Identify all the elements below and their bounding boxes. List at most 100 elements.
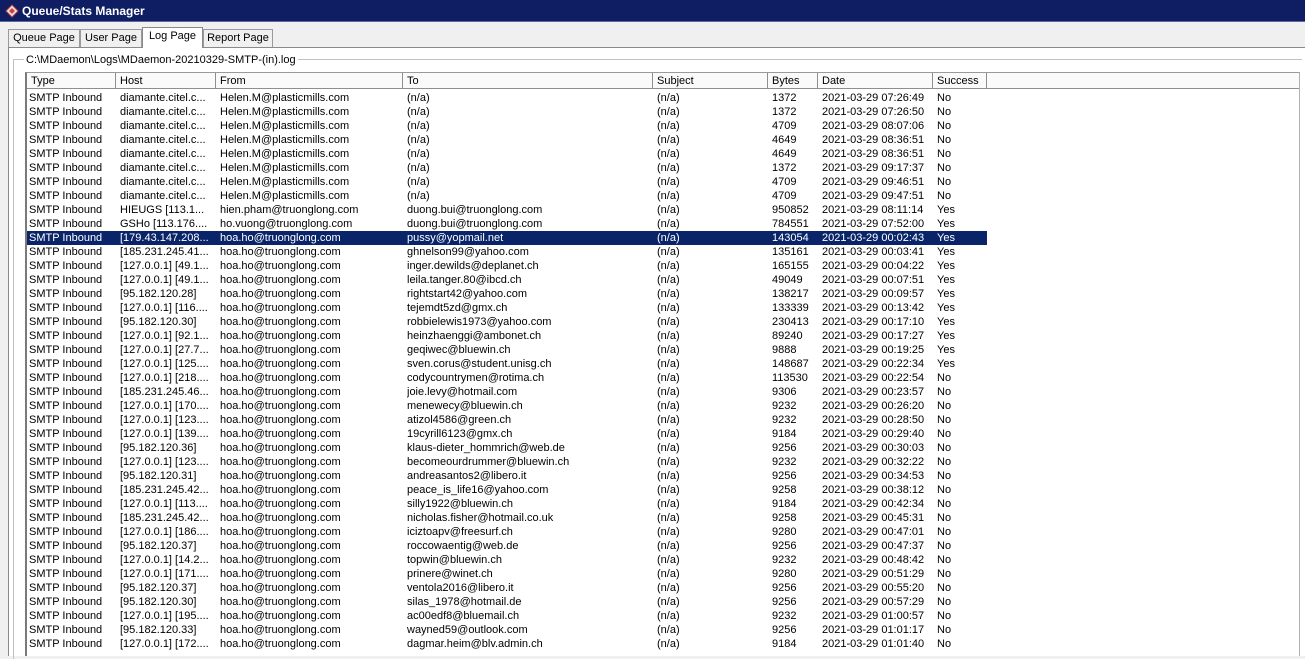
cell-host: [95.182.120.31]	[120, 470, 197, 482]
cell-type: SMTP Inbound	[29, 484, 103, 496]
table-row[interactable]: SMTP Inbound [127.0.0.1] [14.2... hoa.ho@t…	[27, 553, 1299, 567]
column-header-subject[interactable]: Subject	[653, 73, 768, 89]
table-row[interactable]: SMTP Inbound [127.0.0.1] [113.... hoa.ho@t…	[27, 497, 1299, 511]
table-row[interactable]: SMTP Inbound [185.231.245.42... hoa.ho@tru…	[27, 511, 1299, 525]
table-row[interactable]: SMTP Inbound [95.182.120.30] hoa.ho@truong…	[27, 315, 1299, 329]
cell-success: No	[937, 638, 952, 650]
column-header-bytes[interactable]: Bytes	[768, 73, 818, 89]
table-row[interactable]: SMTP Inbound [185.231.245.41... hoa.ho@tru…	[27, 245, 1299, 259]
table-row[interactable]: SMTP Inbound [127.0.0.1] [49.1... hoa.ho@t…	[27, 273, 1299, 287]
cell-type: SMTP Inbound	[29, 274, 103, 286]
cell-subject: (n/a)	[657, 344, 680, 356]
column-header-type[interactable]: Type	[27, 73, 116, 89]
table-row[interactable]: SMTP Inbound [127.0.0.1] [27.7... hoa.ho@t…	[27, 343, 1299, 357]
cell-type: SMTP Inbound	[29, 428, 103, 440]
cell-type: SMTP Inbound	[29, 246, 103, 258]
cell-from: hoa.ho@truonglong.com	[220, 596, 341, 608]
cell-date: 2021-03-29 00:19:25	[822, 344, 925, 356]
table-row[interactable]: SMTP Inbound [95.182.120.37] hoa.ho@truong…	[27, 539, 1299, 553]
table-row[interactable]: SMTP Inbound GSHo [113.176.... ho.vuong@tr…	[27, 217, 1299, 231]
column-header-to[interactable]: To	[403, 73, 653, 89]
column-header-date[interactable]: Date	[818, 73, 933, 89]
table-row[interactable]: SMTP Inbound [127.0.0.1] [123.... hoa.ho@t…	[27, 413, 1299, 427]
table-row[interactable]: SMTP Inbound [127.0.0.1] [171.... hoa.ho@t…	[27, 567, 1299, 581]
table-row[interactable]: SMTP Inbound [127.0.0.1] [218.... hoa.ho@t…	[27, 371, 1299, 385]
table-row[interactable]: SMTP Inbound [127.0.0.1] [92.1... hoa.ho@t…	[27, 329, 1299, 343]
cell-host: [185.231.245.42...	[120, 484, 208, 496]
cell-from: Helen.M@plasticmills.com	[220, 176, 350, 188]
cell-success: No	[937, 414, 952, 426]
table-row[interactable]: SMTP Inbound [127.0.0.1] [195.... hoa.ho@t…	[27, 609, 1299, 623]
title-bar[interactable]: Queue/Stats Manager	[0, 0, 1305, 22]
table-row[interactable]: SMTP Inbound [127.0.0.1] [186.... hoa.ho@t…	[27, 525, 1299, 539]
table-row[interactable]: SMTP Inbound [95.182.120.31] hoa.ho@truong…	[27, 469, 1299, 483]
table-row[interactable]: SMTP Inbound [179.43.147.208... hoa.ho@tru…	[27, 231, 1299, 245]
table-row[interactable]: SMTP Inbound [127.0.0.1] [125.... hoa.ho@t…	[27, 357, 1299, 371]
cell-bytes: 9232	[772, 400, 797, 412]
tab-report-page[interactable]: Report Page	[203, 29, 273, 47]
cell-date: 2021-03-29 00:28:50	[822, 414, 925, 426]
cell-type: SMTP Inbound	[29, 400, 103, 412]
cell-date: 2021-03-29 00:09:57	[822, 288, 925, 300]
cell-type: SMTP Inbound	[29, 386, 103, 398]
cell-bytes: 9888	[772, 344, 797, 356]
table-row[interactable]: SMTP Inbound [95.182.120.28] hoa.ho@truong…	[27, 287, 1299, 301]
cell-host: diamante.citel.c...	[120, 162, 206, 174]
cell-success: Yes	[937, 218, 955, 230]
table-row[interactable]: SMTP Inbound [127.0.0.1] [123.... hoa.ho@t…	[27, 455, 1299, 469]
table-row[interactable]: SMTP Inbound diamante.citel.c... Helen.M@p…	[27, 91, 1299, 105]
cell-success: No	[937, 162, 952, 174]
tab-log-page[interactable]: Log Page	[142, 27, 203, 48]
cell-from: hoa.ho@truonglong.com	[220, 582, 341, 594]
table-row[interactable]: SMTP Inbound diamante.citel.c... Helen.M@p…	[27, 105, 1299, 119]
cell-host: [95.182.120.30]	[120, 316, 197, 328]
table-row[interactable]: SMTP Inbound [127.0.0.1] [172.... hoa.ho@t…	[27, 637, 1299, 651]
cell-type: SMTP Inbound	[29, 92, 103, 104]
table-row[interactable]: SMTP Inbound diamante.citel.c... Helen.M@p…	[27, 119, 1299, 133]
cell-to: (n/a)	[407, 134, 430, 146]
table-row[interactable]: SMTP Inbound [185.231.245.42... hoa.ho@tru…	[27, 483, 1299, 497]
tab-user-page[interactable]: User Page	[80, 29, 142, 47]
table-row[interactable]: SMTP Inbound [95.182.120.37] hoa.ho@truong…	[27, 581, 1299, 595]
column-header-success[interactable]: Success	[933, 73, 987, 89]
cell-bytes: 9256	[772, 596, 797, 608]
table-row[interactable]: SMTP Inbound diamante.citel.c... Helen.M@p…	[27, 133, 1299, 147]
column-header-from[interactable]: From	[216, 73, 403, 89]
table-row[interactable]: SMTP Inbound HIEUGS [113.1... hien.pham@tr…	[27, 203, 1299, 217]
cell-date: 2021-03-29 00:03:41	[822, 246, 925, 258]
table-row[interactable]: SMTP Inbound [127.0.0.1] [116.... hoa.ho@t…	[27, 301, 1299, 315]
cell-success: Yes	[937, 260, 955, 272]
cell-type: SMTP Inbound	[29, 232, 103, 244]
table-row[interactable]: SMTP Inbound [127.0.0.1] [49.1... hoa.ho@t…	[27, 259, 1299, 273]
table-row[interactable]: SMTP Inbound [95.182.120.30] hoa.ho@truong…	[27, 595, 1299, 609]
cell-host: [127.0.0.1] [139....	[120, 428, 208, 440]
cell-success: No	[937, 106, 952, 118]
cell-from: Helen.M@plasticmills.com	[220, 134, 350, 146]
cell-host: [127.0.0.1] [171....	[120, 568, 208, 580]
cell-success: No	[937, 400, 952, 412]
table-row[interactable]: SMTP Inbound diamante.citel.c... Helen.M@p…	[27, 189, 1299, 203]
cell-date: 2021-03-29 00:29:40	[822, 428, 925, 440]
table-row[interactable]: SMTP Inbound [95.182.120.33] hoa.ho@truong…	[27, 623, 1299, 637]
tab-queue-page[interactable]: Queue Page	[8, 29, 80, 47]
cell-date: 2021-03-29 00:48:42	[822, 554, 925, 566]
column-header-host[interactable]: Host	[116, 73, 216, 89]
cell-host: [127.0.0.1] [27.7...	[120, 344, 208, 356]
table-row[interactable]: SMTP Inbound [95.182.120.36] hoa.ho@truong…	[27, 441, 1299, 455]
cell-subject: (n/a)	[657, 498, 680, 510]
table-row[interactable]: SMTP Inbound diamante.citel.c... Helen.M@p…	[27, 175, 1299, 189]
table-row[interactable]: SMTP Inbound diamante.citel.c... Helen.M@p…	[27, 161, 1299, 175]
cell-from: hoa.ho@truonglong.com	[220, 232, 341, 244]
cell-to: pussy@yopmail.net	[407, 232, 504, 244]
cell-date: 2021-03-29 00:13:42	[822, 302, 925, 314]
table-row[interactable]: SMTP Inbound [127.0.0.1] [170.... hoa.ho@t…	[27, 399, 1299, 413]
table-row[interactable]: SMTP Inbound [185.231.245.46... hoa.ho@tru…	[27, 385, 1299, 399]
cell-to: atizol4586@green.ch	[407, 414, 512, 426]
cell-bytes: 1372	[772, 162, 797, 174]
cell-to: robbielewis1973@yahoo.com	[407, 316, 552, 328]
log-list-view[interactable]: Type Host From To Subject Bytes Date Suc…	[25, 72, 1300, 656]
table-row[interactable]: SMTP Inbound diamante.citel.c... Helen.M@p…	[27, 147, 1299, 161]
table-row[interactable]: SMTP Inbound [127.0.0.1] [139.... hoa.ho@t…	[27, 427, 1299, 441]
cell-from: hoa.ho@truonglong.com	[220, 428, 341, 440]
cell-bytes: 9256	[772, 540, 797, 552]
